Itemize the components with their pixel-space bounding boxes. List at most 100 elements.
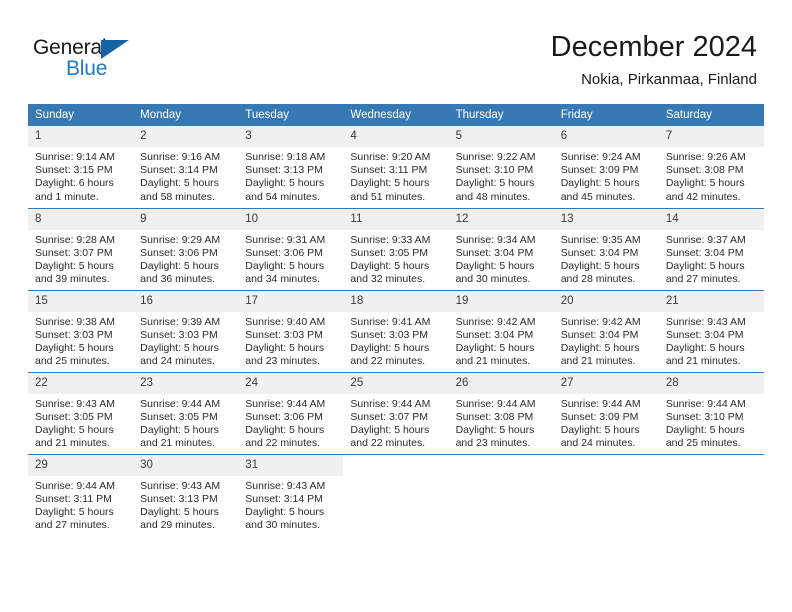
sunrise-text: Sunrise: 9:14 AM [35,151,115,163]
daylight-text-line2: and 39 minutes. [35,273,110,286]
title-block: December 2024 Nokia, Pirkanmaa, Finland [551,30,757,90]
sunset-text: Sunset: 3:07 PM [35,246,113,259]
calendar-day-cell[interactable]: 7 Sunrise: 9:26 AM Sunset: 3:08 PM Daylight… [658,126,764,208]
logo-text-blue: Blue [66,57,108,80]
day-details: Sunrise: 9:42 AM Sunset: 3:04 PM Daylight:… [554,312,659,369]
day-number: 6 [553,126,659,147]
calendar-day-cell[interactable]: 21 Sunrise: 9:43 AM Sunset: 3:04 PM Dayligh… [658,289,764,372]
day-number: 11 [343,208,449,230]
calendar-day-cell[interactable]: 12 Sunrise: 9:34 AM Sunset: 3:04 PM Dayligh… [448,207,554,290]
sunrise-text: Sunrise: 9:22 AM [455,151,536,163]
sunrise-text: Sunrise: 9:44 AM [560,397,641,410]
calendar-day-cell[interactable]: 23 Sunrise: 9:44 AM Sunset: 3:05 PM Dayligh… [133,371,239,454]
day-details: Sunrise: 9:44 AM Sunset: 3:08 PM Daylight:… [449,394,554,451]
sunrise-text: Sunrise: 9:35 AM [560,233,641,246]
daylight-text-line1: Daylight: 5 hours [560,177,640,190]
calendar-day-cell[interactable]: 17 Sunrise: 9:40 AM Sunset: 3:03 PM Dayligh… [238,289,344,372]
calendar-day-cell[interactable]: 19 Sunrise: 9:42 AM Sunset: 3:04 PM Dayligh… [448,289,554,372]
day-details: Sunrise: 9:43 AM Sunset: 3:04 PM Daylight:… [659,312,764,369]
calendar-day-cell[interactable]: 27 Sunrise: 9:44 AM Sunset: 3:09 PM Dayligh… [553,371,659,454]
calendar-day-cell[interactable]: 26 Sunrise: 9:44 AM Sunset: 3:08 PM Dayligh… [448,371,554,454]
daylight-text-line1: Daylight: 5 hours [455,177,535,190]
daylight-text-line2: and 34 minutes. [245,273,320,286]
sunset-text: Sunset: 3:14 PM [140,164,218,177]
daylight-text-line1: Daylight: 5 hours [665,177,745,190]
calendar-day-cell[interactable]: 24 Sunrise: 9:44 AM Sunset: 3:06 PM Dayligh… [238,371,344,454]
calendar-day-cell[interactable]: 30 Sunrise: 9:43 AM Sunset: 3:13 PM Dayligh… [133,453,239,536]
calendar-day-cell[interactable]: 11 Sunrise: 9:33 AM Sunset: 3:05 PM Dayligh… [343,207,449,290]
daylight-text-line1: Daylight: 5 hours [245,423,325,436]
daylight-text-line1: Daylight: 5 hours [140,423,219,436]
daylight-text-line2: and 28 minutes. [560,273,636,286]
calendar-day-cell-empty [448,453,554,536]
calendar-day-cell[interactable]: 13 Sunrise: 9:35 AM Sunset: 3:04 PM Dayligh… [553,207,659,290]
day-number: 4 [343,126,449,147]
day-number: 8 [28,208,134,230]
daylight-text-line1: Daylight: 5 hours [560,259,640,272]
calendar-day-cell[interactable]: 1 Sunrise: 9:14 AM Sunset: 3:15 PM Daylight… [28,126,134,208]
day-details: Sunrise: 9:18 AM Sunset: 3:13 PM Daylight:… [238,147,343,204]
day-details: Sunrise: 9:16 AM Sunset: 3:14 PM Daylight:… [133,147,238,204]
calendar-grid: Sunday Monday Tuesday Wednesday Thursday Frid… [28,104,764,536]
calendar-week-row: 22 Sunrise: 9:43 AM Sunset: 3:05 PM Dayligh… [28,371,764,454]
daylight-text-line1: Daylight: 5 hours [560,341,640,354]
calendar-day-cell[interactable]: 4 Sunrise: 9:20 AM Sunset: 3:11 PM Daylight… [343,126,449,208]
daylight-text-line1: Daylight: 5 hours [140,341,219,354]
calendar-day-cell[interactable]: 14 Sunrise: 9:37 AM Sunset: 3:04 PM Dayligh… [658,207,764,290]
daylight-text-line2: and 21 minutes. [665,355,741,368]
calendar-day-cell[interactable]: 15 Sunrise: 9:38 AM Sunset: 3:03 PM Dayligh… [28,289,134,372]
daylight-text-line1: Daylight: 5 hours [350,259,430,272]
calendar-day-cell[interactable]: 8 Sunrise: 9:28 AM Sunset: 3:07 PM Daylight… [28,207,134,290]
sunset-text: Sunset: 3:03 PM [350,328,429,341]
day-number: 29 [28,454,134,476]
day-number: 16 [133,290,239,312]
calendar-day-cell[interactable]: 25 Sunrise: 9:44 AM Sunset: 3:07 PM Dayligh… [343,371,449,454]
calendar-day-cell[interactable]: 22 Sunrise: 9:43 AM Sunset: 3:05 PM Dayligh… [28,371,134,454]
sunset-text: Sunset: 3:13 PM [245,164,323,177]
daylight-text-line1: Daylight: 5 hours [35,505,114,518]
sunrise-text: Sunrise: 9:38 AM [35,315,115,328]
calendar-day-cell[interactable]: 29 Sunrise: 9:44 AM Sunset: 3:11 PM Dayligh… [28,453,134,536]
daylight-text-line2: and 21 minutes. [140,437,215,450]
daylight-text-line2: and 30 minutes. [455,273,531,286]
calendar-day-cell[interactable]: 10 Sunrise: 9:31 AM Sunset: 3:06 PM Dayligh… [238,207,344,290]
day-details: Sunrise: 9:44 AM Sunset: 3:10 PM Daylight:… [659,394,764,451]
calendar-page: General Blue December 2024 Nokia, Pirkan… [0,0,792,612]
daylight-text-line1: Daylight: 5 hours [455,423,535,436]
calendar-day-cell[interactable]: 6 Sunrise: 9:24 AM Sunset: 3:09 PM Daylight… [553,126,659,208]
sunrise-text: Sunrise: 9:43 AM [140,479,221,492]
daylight-text-line1: Daylight: 5 hours [35,259,114,272]
day-number: 30 [133,454,239,476]
day-number: 3 [238,126,344,147]
calendar-day-cell[interactable]: 9 Sunrise: 9:29 AM Sunset: 3:06 PM Daylight… [133,207,239,290]
day-number: 21 [658,290,764,312]
daylight-text-line1: Daylight: 5 hours [350,341,430,354]
daylight-text-line2: and 30 minutes. [245,519,320,532]
calendar-day-cell[interactable]: 2 Sunrise: 9:16 AM Sunset: 3:14 PM Daylight… [133,126,239,208]
daylight-text-line1: Daylight: 5 hours [350,177,430,190]
daylight-text-line1: Daylight: 5 hours [455,341,535,354]
calendar-day-cell[interactable]: 20 Sunrise: 9:42 AM Sunset: 3:04 PM Dayligh… [553,289,659,372]
calendar-day-cell[interactable]: 16 Sunrise: 9:39 AM Sunset: 3:03 PM Dayligh… [133,289,239,372]
day-details: Sunrise: 9:43 AM Sunset: 3:14 PM Daylight:… [238,476,343,533]
daylight-text-line1: Daylight: 5 hours [665,423,745,436]
calendar-day-cell[interactable]: 28 Sunrise: 9:44 AM Sunset: 3:10 PM Dayligh… [658,371,764,454]
sunrise-text: Sunrise: 9:44 AM [140,397,221,410]
sunset-text: Sunset: 3:04 PM [665,328,744,341]
day-number [343,454,449,476]
sunset-text: Sunset: 3:04 PM [560,246,639,259]
sunset-text: Sunset: 3:08 PM [665,164,744,177]
calendar-day-cell[interactable]: 18 Sunrise: 9:41 AM Sunset: 3:03 PM Dayligh… [343,289,449,372]
sunset-text: Sunset: 3:11 PM [350,164,428,177]
calendar-day-cell[interactable]: 5 Sunrise: 9:22 AM Sunset: 3:10 PM Daylight… [448,126,554,208]
day-number: 9 [133,208,239,230]
daylight-text-line2: and 23 minutes. [245,355,320,368]
calendar-week-row: 29 Sunrise: 9:44 AM Sunset: 3:11 PM Dayligh… [28,453,764,536]
day-number: 24 [238,372,344,394]
calendar-day-cell[interactable]: 3 Sunrise: 9:18 AM Sunset: 3:13 PM Daylight… [238,126,344,208]
calendar-day-cell[interactable]: 31 Sunrise: 9:43 AM Sunset: 3:14 PM Dayligh… [238,453,344,536]
sunrise-text: Sunrise: 9:29 AM [140,233,221,246]
day-details: Sunrise: 9:37 AM Sunset: 3:04 PM Daylight:… [659,230,764,287]
calendar-day-cell-empty [343,453,449,536]
general-blue-logo[interactable]: General Blue [33,36,153,84]
